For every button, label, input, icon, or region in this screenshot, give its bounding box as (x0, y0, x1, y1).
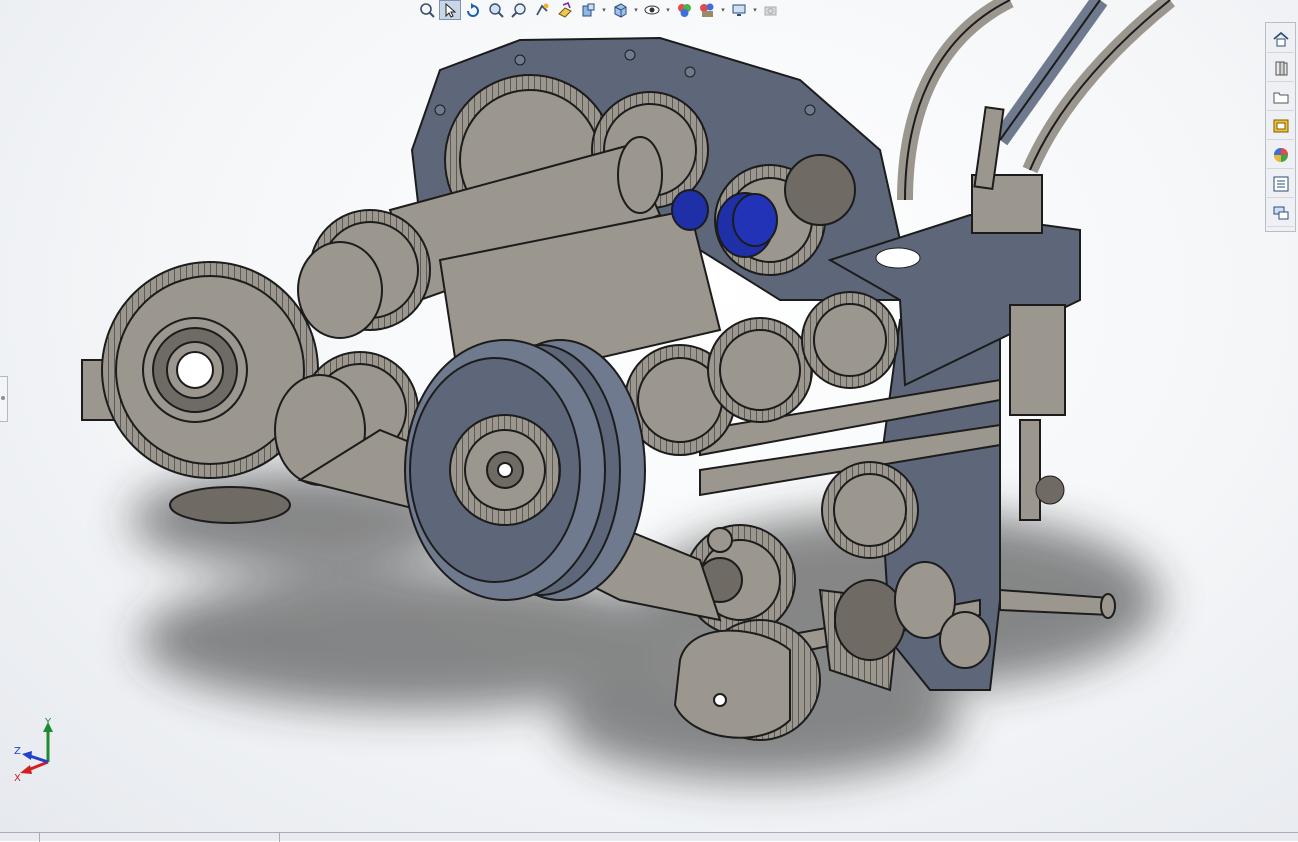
design-library-icon (1275, 61, 1287, 76)
view-settings-icon (732, 4, 746, 16)
dropdown-arrow-icon[interactable]: ▾ (751, 0, 759, 20)
zoom-area-button[interactable] (485, 0, 507, 20)
gearbox-3d-model[interactable] (0, 0, 1298, 832)
zoom-in-out-button[interactable] (508, 0, 530, 20)
rotate-view-button[interactable] (462, 0, 484, 20)
dynamic-annotation-icon (582, 3, 595, 17)
zoom-in-out-icon (511, 3, 526, 18)
hide-show-items-button[interactable] (641, 0, 663, 20)
z-axis-label: Z (14, 746, 21, 757)
view-settings-button[interactable] (728, 0, 750, 20)
section-view-button[interactable] (554, 0, 576, 20)
z-axis (29, 754, 49, 764)
dynamic-annotation-button[interactable] (577, 0, 599, 20)
dropdown-arrow-icon[interactable]: ▾ (632, 0, 640, 20)
dropdown-arrow-icon[interactable]: ▾ (600, 0, 608, 20)
view-palette-icon (1273, 119, 1288, 133)
task-pane-tab-appearances[interactable] (1267, 142, 1294, 169)
y-axis-label: Y (44, 717, 52, 728)
apply-scene-icon (700, 3, 714, 17)
task-pane-tab-home[interactable] (1267, 26, 1294, 53)
task-pane-tab-design-library[interactable] (1267, 55, 1294, 82)
file-explorer-icon (1273, 92, 1288, 104)
edit-appearance-button[interactable] (673, 0, 695, 20)
x-axis (27, 760, 49, 772)
task-pane-tab-view-palette[interactable] (1267, 113, 1294, 140)
zoom-to-fit-button[interactable] (416, 0, 438, 20)
select-pointer-icon (445, 2, 457, 18)
dropdown-arrow-icon[interactable]: ▾ (719, 0, 727, 20)
edit-appearance-icon (678, 4, 691, 17)
task-pane-tab-forum[interactable] (1267, 200, 1294, 227)
floor-shadow (130, 470, 1160, 780)
graphics-viewport[interactable]: ▾ ▾ ▾ ▾ ▾ Y Z X (0, 0, 1298, 832)
feature-manager-flyout-handle[interactable] (0, 376, 8, 422)
section-view-icon (558, 2, 572, 18)
control-rods (897, 0, 1175, 201)
view-orientation-icon (614, 3, 627, 18)
zoom-area-icon (489, 3, 504, 18)
rotate-view-icon (467, 3, 479, 17)
appearances-icon (1273, 148, 1288, 162)
dropdown-arrow-icon[interactable]: ▾ (664, 0, 672, 20)
previous-view-button[interactable] (531, 0, 553, 20)
heads-up-view-toolbar: ▾ ▾ ▾ ▾ ▾ (416, 0, 782, 20)
task-pane-tab-file-explorer[interactable] (1267, 84, 1294, 111)
x-axis-label: X (14, 773, 21, 784)
apply-scene-button[interactable] (696, 0, 718, 20)
camera-icon (764, 6, 777, 16)
bottom-tab-strip (0, 832, 1298, 842)
forum-icon (1273, 206, 1288, 220)
select-pointer-button[interactable] (439, 0, 461, 20)
zoom-to-fit-icon (420, 3, 435, 18)
task-pane-tab-custom-properties[interactable] (1267, 171, 1294, 198)
view-orientation-button[interactable] (609, 0, 631, 20)
previous-view-icon (536, 3, 549, 16)
custom-properties-icon (1273, 176, 1288, 192)
task-pane-tabs (1265, 22, 1296, 232)
camera-button[interactable] (760, 0, 782, 20)
pulley (404, 339, 646, 601)
hide-show-items-icon (644, 5, 660, 15)
home-icon (1272, 31, 1289, 47)
reference-triad: Y Z X (12, 716, 62, 784)
